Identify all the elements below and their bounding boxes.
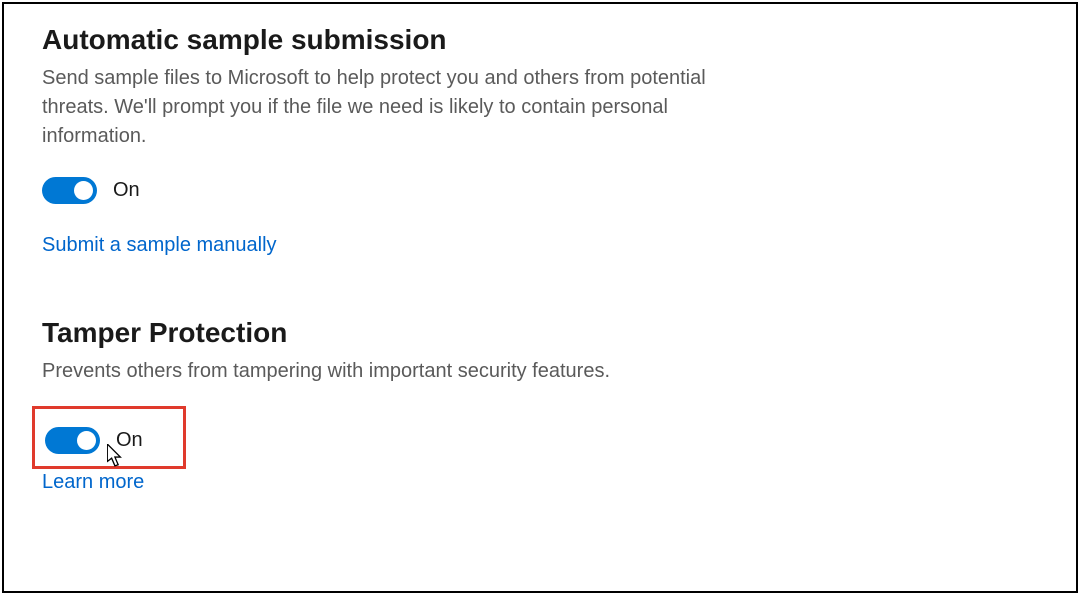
section-tamper-protection: Tamper Protection Prevents others from t…: [42, 317, 1038, 494]
sample-submission-toggle[interactable]: [42, 177, 97, 204]
sample-submission-toggle-row: On: [42, 177, 1038, 204]
toggle-knob: [77, 431, 96, 450]
section-sample-submission: Automatic sample submission Send sample …: [42, 24, 1038, 257]
settings-panel: Automatic sample submission Send sample …: [2, 2, 1078, 593]
tamper-protection-toggle-row: On: [45, 427, 143, 454]
learn-more-link[interactable]: Learn more: [42, 471, 144, 494]
tamper-protection-toggle-label: On: [116, 429, 143, 452]
tamper-protection-description: Prevents others from tampering with impo…: [42, 357, 752, 386]
tamper-protection-title: Tamper Protection: [42, 317, 1038, 349]
sample-submission-description: Send sample files to Microsoft to help p…: [42, 64, 752, 151]
sample-submission-toggle-label: On: [113, 179, 140, 202]
tamper-toggle-highlight: On: [32, 406, 186, 469]
toggle-knob: [74, 181, 93, 200]
sample-submission-title: Automatic sample submission: [42, 24, 1038, 56]
submit-sample-link[interactable]: Submit a sample manually: [42, 234, 277, 257]
tamper-protection-toggle[interactable]: [45, 427, 100, 454]
